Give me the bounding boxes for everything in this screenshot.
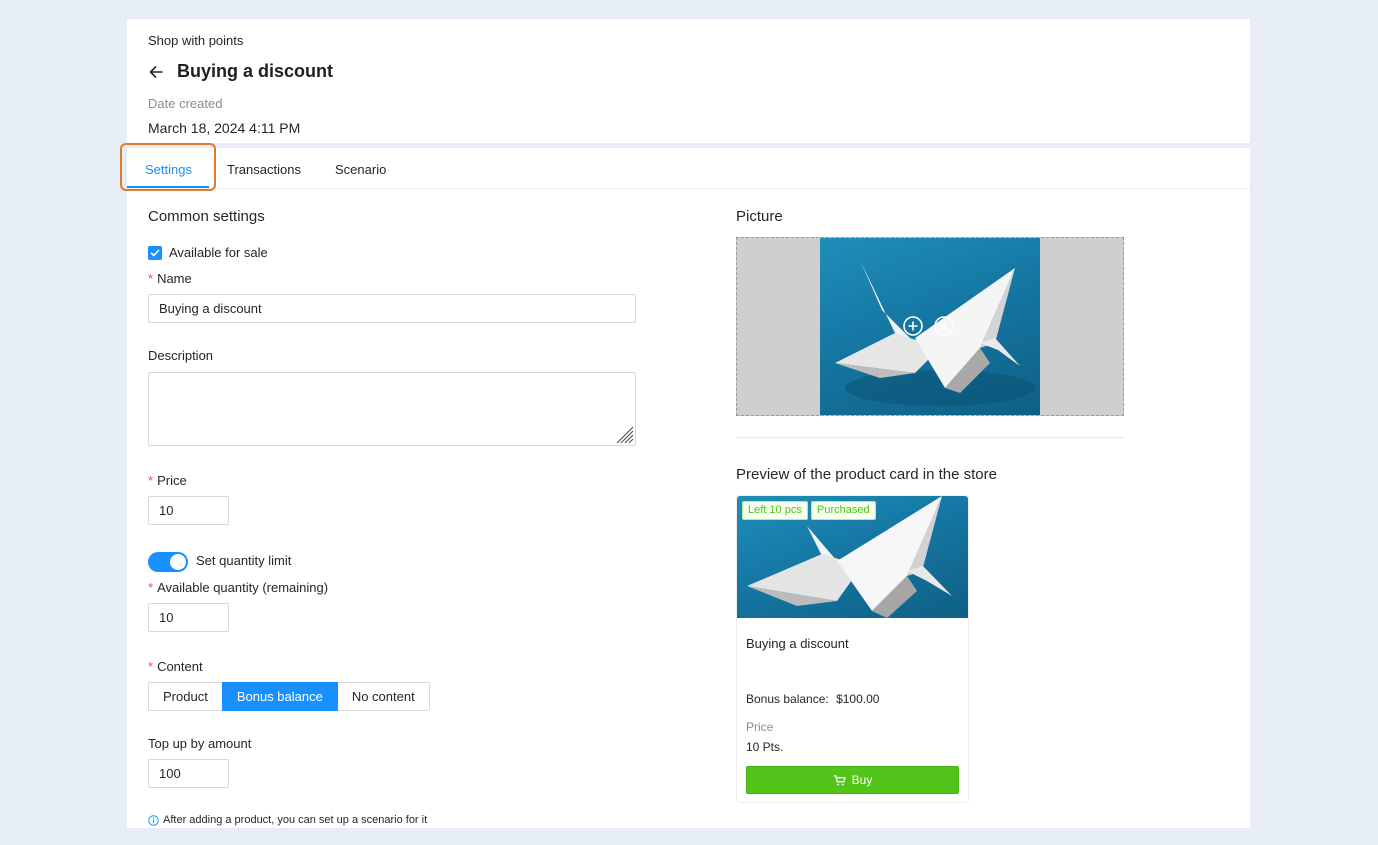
tab-transactions[interactable]: Transactions [227,162,301,177]
content-option-no-content[interactable]: No content [336,682,430,711]
stock-tag: Left 10 pcs [742,501,808,520]
section-divider [736,437,1124,438]
product-card-preview: Left 10 pcs Purchased Buying a discount … [736,495,969,803]
required-mark: * [148,580,154,595]
description-textarea[interactable] [148,372,636,446]
available-quantity-label: * Available quantity (remaining) [148,580,328,595]
top-up-label: Top up by amount [148,736,252,751]
bonus-label: Bonus balance: [746,692,829,706]
title-row: Buying a discount [148,61,333,82]
date-created-label: Date created [148,96,223,111]
quantity-limit-label: Set quantity limit [196,553,292,568]
info-circle-icon [148,814,159,826]
top-up-input[interactable]: 100 [148,759,229,788]
available-for-sale-checkbox[interactable] [148,246,162,260]
available-for-sale-label: Available for sale [169,245,268,260]
info-note: After adding a product, you can set up a… [148,814,427,826]
content-radio-group: Product Bonus balance No content [148,682,430,711]
info-note-text: After adding a product, you can set up a… [163,814,428,826]
content-panel: Settings Transactions Scenario Common se… [120,143,1250,828]
card-price-value: 10 Pts. [746,740,784,754]
origami-crane-image [835,260,1035,406]
available-quantity-label-text: Available quantity (remaining) [157,580,329,595]
switch-knob [170,554,186,570]
card-bonus-balance: Bonus balance: $100.00 [746,692,879,706]
resize-handle-icon[interactable] [612,422,634,444]
card-title: Buying a discount [746,636,849,651]
buy-button[interactable]: Buy [746,766,959,794]
card-price-label: Price [746,720,774,734]
price-label: * Price [148,473,187,488]
close-circle-icon[interactable] [934,316,954,336]
preview-title: Preview of the product card in the store [736,466,997,483]
product-image [820,238,1040,415]
common-settings-title: Common settings [148,208,265,225]
tab-scenario[interactable]: Scenario [335,162,386,177]
quantity-limit-switch[interactable] [148,552,188,572]
name-input[interactable]: Buying a discount [148,294,636,323]
name-label-text: Name [157,271,192,286]
picture-upload-area[interactable] [736,237,1124,416]
available-quantity-input[interactable]: 10 [148,603,229,632]
required-mark: * [148,659,154,674]
content-label-text: Content [157,659,203,674]
shopping-cart-icon [833,774,846,786]
tab-bar: Settings Transactions Scenario [120,143,1250,191]
required-mark: * [148,271,154,286]
arrow-left-icon[interactable] [148,64,164,80]
purchased-tag: Purchased [811,501,876,520]
tab-focus-outline [120,143,216,191]
page-header: Shop with points Buying a discount Date … [127,19,1250,143]
bonus-value: $100.00 [836,692,880,706]
price-input[interactable]: 10 [148,496,229,525]
page-title: Buying a discount [177,61,334,81]
date-created-value: March 18, 2024 4:11 PM [148,120,301,136]
breadcrumb[interactable]: Shop with points [148,33,243,48]
plus-circle-icon[interactable] [903,316,923,336]
required-mark: * [148,473,154,488]
name-label: * Name [148,271,192,286]
content-label: * Content [148,659,203,674]
description-label: Description [148,348,214,363]
picture-title: Picture [736,208,783,225]
buy-button-label: Buy [851,773,873,787]
content-option-product[interactable]: Product [148,682,223,711]
check-icon [150,249,160,257]
content-option-bonus-balance[interactable]: Bonus balance [221,682,338,711]
price-label-text: Price [157,473,187,488]
